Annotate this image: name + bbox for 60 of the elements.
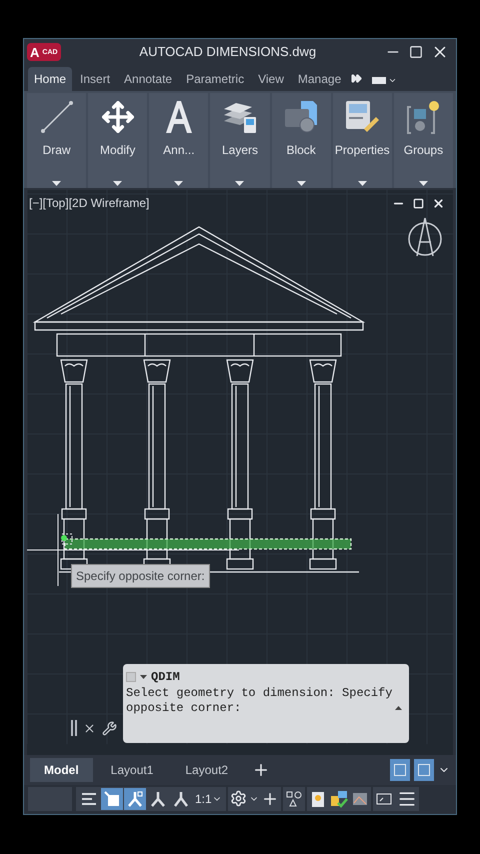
viewcube-icon — [408, 217, 442, 257]
caret-icon — [52, 181, 62, 186]
caret-icon — [358, 181, 367, 186]
caret-icon — [296, 181, 306, 186]
command-history: Select geometry to dimension: Specify opposite corner: — [126, 686, 394, 716]
caret-icon — [174, 181, 184, 186]
ribbon-tab[interactable]: Insert — [74, 67, 116, 91]
logo-letter: A — [30, 46, 40, 58]
caret-icon — [113, 181, 122, 186]
layout-tab[interactable]: Model — [30, 758, 93, 782]
drawing-canvas[interactable]: [−][Top][2D Wireframe] Specify opposite corner: QDIM Select geometry to dimension: Specify opposite corner: — [27, 190, 453, 755]
maximize-icon[interactable] — [409, 45, 423, 59]
wrench-icon[interactable] — [102, 720, 117, 736]
ribbon-tab[interactable]: Manage — [292, 67, 348, 91]
caret-icon — [388, 76, 398, 85]
caret-icon — [235, 181, 244, 186]
ribbon-tab[interactable]: Home — [28, 67, 72, 91]
shapes-icon[interactable] — [284, 790, 303, 808]
command-name: QDIM — [151, 669, 180, 686]
viewport-label[interactable]: [−][Top][2D Wireframe] — [29, 194, 150, 212]
line-icon — [38, 99, 75, 135]
panel-icon — [372, 77, 386, 84]
scale-dropdown[interactable]: 1:1 — [193, 790, 224, 808]
ribbon-panel[interactable]: Block — [272, 93, 331, 188]
block-icon — [283, 99, 320, 135]
axes-icon — [172, 790, 190, 808]
close-icon[interactable] — [83, 722, 96, 734]
ribbon-panel[interactable]: Ann... — [149, 93, 208, 188]
restore-icon[interactable] — [413, 198, 424, 208]
window-title: AUTOCAD DIMENSIONS.dwg — [138, 43, 318, 62]
groups-icon — [405, 99, 442, 135]
close-icon[interactable] — [432, 196, 445, 210]
ribbon-tab[interactable]: Annotate — [118, 67, 178, 91]
axes-icon — [149, 790, 167, 808]
settings-icon[interactable] — [230, 790, 247, 807]
layout-tab[interactable]: Layout2 — [171, 758, 242, 782]
ribbon-tab[interactable]: Parametric — [180, 67, 250, 91]
panel-toggle-button[interactable] — [372, 76, 398, 85]
ribbon-panel[interactable]: Groups — [394, 93, 453, 188]
move-icon — [100, 100, 135, 134]
ribbon-panel[interactable]: Draw — [27, 93, 86, 188]
pages-icon — [103, 790, 121, 808]
caret-icon[interactable] — [140, 675, 147, 679]
ribbon-panel[interactable]: Modify — [88, 93, 148, 188]
status-toggle[interactable] — [124, 788, 146, 810]
caret-icon — [418, 181, 428, 186]
layout-tab[interactable]: Layout1 — [96, 758, 168, 782]
view-toggle[interactable] — [390, 759, 410, 781]
ribbon-tab[interactable]: View — [252, 67, 290, 91]
more-tabs-icon[interactable] — [351, 73, 362, 84]
grip-icon[interactable] — [71, 720, 77, 736]
ribbon-panel[interactable]: Properties — [332, 93, 392, 188]
status-toggle[interactable] — [101, 788, 123, 810]
isolate-icon[interactable] — [330, 790, 348, 808]
properties-icon — [344, 99, 380, 135]
snap-icon — [126, 790, 144, 808]
view-toggle[interactable] — [414, 759, 434, 781]
scroll-up-icon[interactable] — [395, 706, 402, 710]
cursor-tooltip: Specify opposite corner: — [71, 564, 210, 588]
ribbon-panel[interactable]: Layers — [210, 93, 270, 188]
